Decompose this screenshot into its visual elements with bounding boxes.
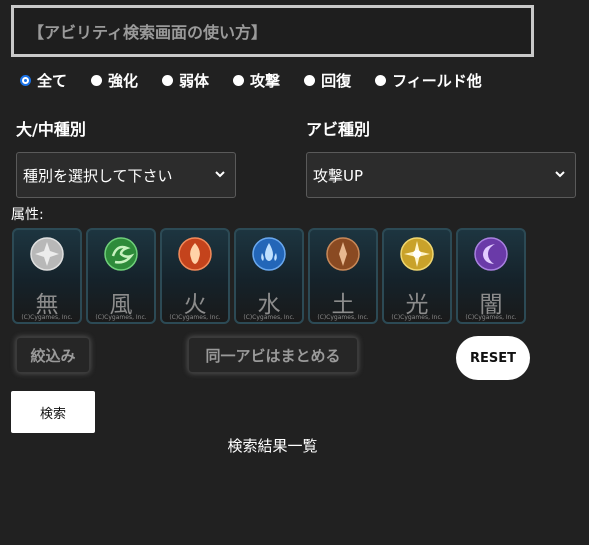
radio-checked-icon[interactable]	[20, 75, 31, 86]
attribute-water-tile[interactable]: 水 (C)Cygames, Inc.	[234, 228, 304, 324]
fire-element-icon	[178, 237, 212, 271]
category-select-value: 種別を選択して下さい	[23, 166, 173, 185]
water-element-icon	[252, 237, 286, 271]
attribute-tiles: 無 (C)Cygames, Inc. 風 (C)Cygames, Inc. 火 …	[12, 228, 530, 324]
attribute-wind-tile[interactable]: 風 (C)Cygames, Inc.	[86, 228, 156, 324]
attribute-earth-tile[interactable]: 土 (C)Cygames, Inc.	[308, 228, 378, 324]
reset-button[interactable]: RESET	[456, 336, 530, 380]
radio-icon[interactable]	[162, 75, 174, 86]
results-heading: 検索結果一覧	[227, 437, 318, 455]
chevron-down-icon	[215, 171, 225, 178]
abi-type-select-value: 攻撃UP	[313, 166, 364, 185]
filter-field-other[interactable]: フィールド他	[375, 70, 482, 91]
dark-element-icon	[474, 237, 508, 271]
filter-heal[interactable]: 回復	[304, 70, 351, 91]
filter-attack[interactable]: 攻撃	[233, 70, 280, 91]
attribute-dark-tile[interactable]: 闇 (C)Cygames, Inc.	[456, 228, 526, 324]
light-element-icon	[400, 237, 434, 271]
chevron-down-icon	[555, 171, 565, 178]
narrow-button[interactable]: 絞込み	[16, 337, 90, 373]
search-button[interactable]: 検索	[11, 391, 95, 433]
radio-icon[interactable]	[304, 75, 316, 86]
earth-element-icon	[326, 237, 360, 271]
attribute-none-tile[interactable]: 無 (C)Cygames, Inc.	[12, 228, 82, 324]
category-label: 大/中種別	[16, 120, 86, 139]
filter-buff[interactable]: 強化	[91, 70, 138, 91]
group-same-ability-button[interactable]: 同一アビはまとめる	[188, 337, 358, 373]
filter-all[interactable]: 全て	[20, 70, 67, 91]
none-element-icon	[30, 237, 64, 271]
filter-debuff[interactable]: 弱体	[162, 70, 209, 91]
radio-icon[interactable]	[91, 75, 103, 86]
attribute-label: 属性:	[11, 207, 44, 223]
attribute-fire-tile[interactable]: 火 (C)Cygames, Inc.	[160, 228, 230, 324]
wind-element-icon	[104, 237, 138, 271]
howto-title: 【アビリティ検索画面の使い方】	[28, 23, 268, 42]
radio-icon[interactable]	[375, 75, 387, 86]
radio-icon[interactable]	[233, 75, 245, 86]
abi-type-label: アビ種別	[306, 120, 371, 139]
abi-type-select[interactable]: 攻撃UP	[306, 152, 576, 198]
attribute-light-tile[interactable]: 光 (C)Cygames, Inc.	[382, 228, 452, 324]
howto-banner[interactable]: 【アビリティ検索画面の使い方】	[11, 5, 534, 57]
filter-radio-group: 全て 強化 弱体 攻撃 回復 フィールド他	[20, 70, 506, 91]
category-select[interactable]: 種別を選択して下さい	[16, 152, 236, 198]
